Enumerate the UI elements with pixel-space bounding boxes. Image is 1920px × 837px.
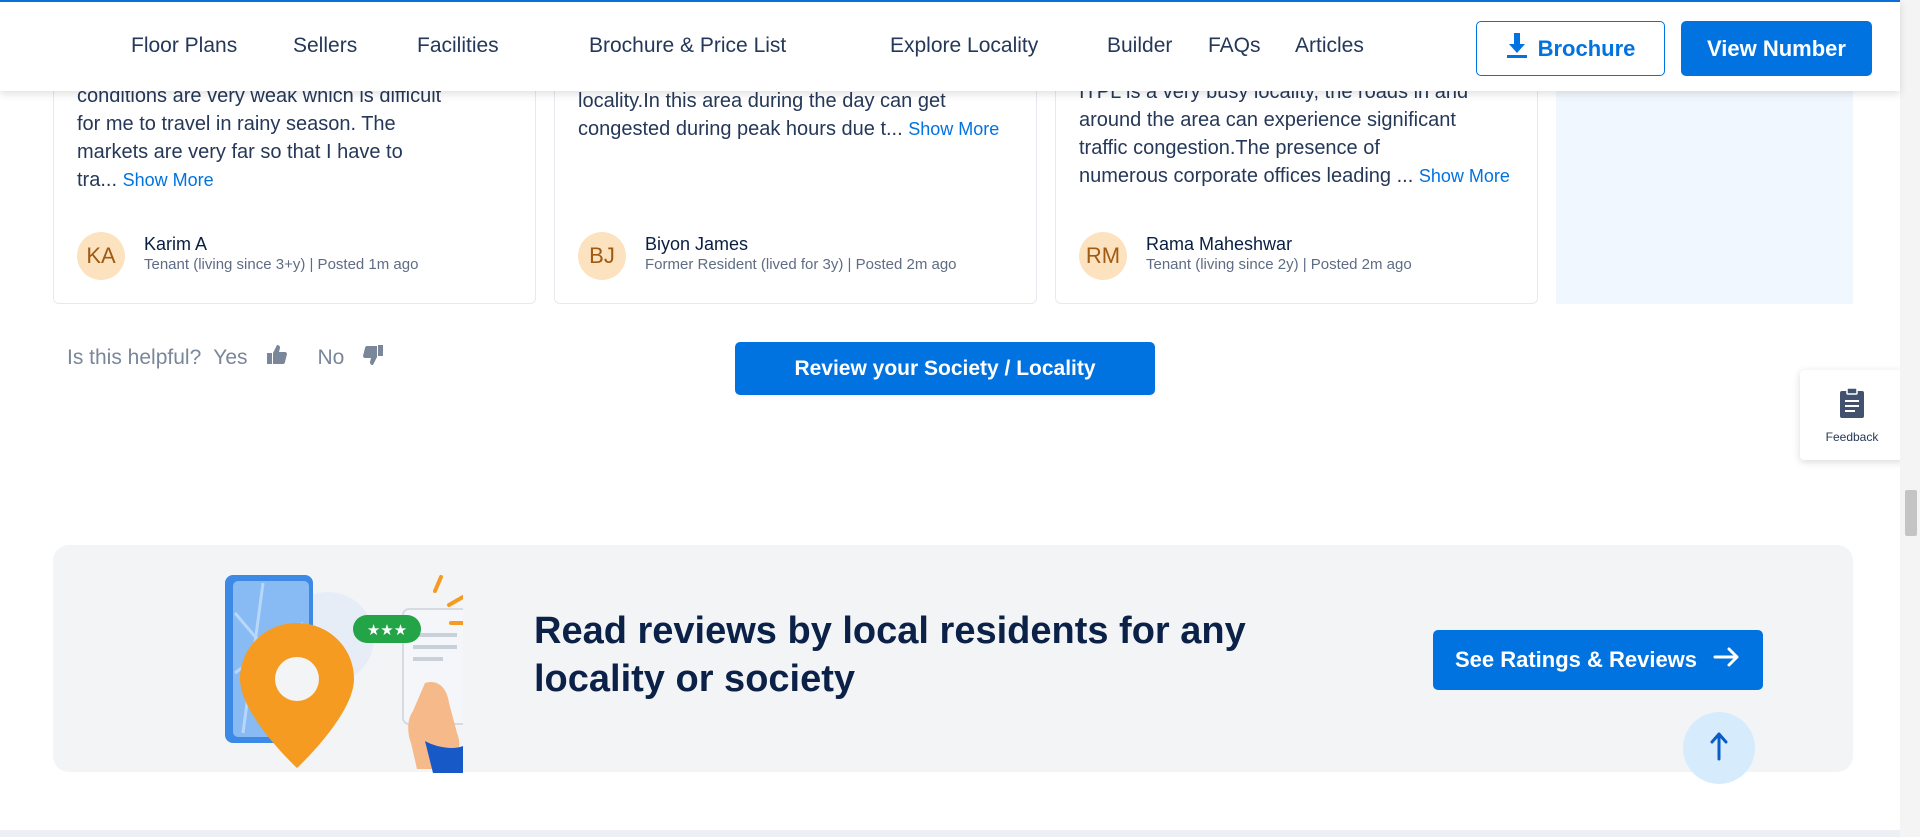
- page-footer-edge: [0, 830, 1900, 837]
- nav-articles[interactable]: Articles: [1295, 34, 1364, 58]
- nav-explore-locality[interactable]: Explore Locality: [890, 34, 1038, 58]
- helpful-yes-button[interactable]: Yes: [213, 344, 299, 372]
- helpful-prompt: Is this helpful? Yes No: [67, 344, 414, 372]
- thumbs-up-icon: [266, 344, 288, 372]
- feedback-tab[interactable]: Feedback: [1800, 370, 1904, 460]
- top-navbar: Floor Plans Sellers Facilities Brochure …: [0, 0, 1900, 91]
- reviewer-meta: Tenant (living since 3+y) | Posted 1m ag…: [144, 256, 419, 273]
- helpful-question: Is this helpful?: [67, 346, 202, 369]
- reviewer-meta: Tenant (living since 2y) | Posted 2m ago: [1146, 256, 1412, 273]
- arrow-up-icon: [1709, 731, 1729, 766]
- avatar: BJ: [578, 232, 626, 280]
- reviews-illustration: ★★★: [163, 573, 503, 773]
- review-line: locality.In this area during the day can…: [578, 90, 946, 112]
- yes-label: Yes: [213, 346, 248, 369]
- review-line: traffic congestion.The presence of: [1079, 137, 1380, 159]
- reviewer-meta: Former Resident (lived for 3y) | Posted …: [645, 256, 957, 273]
- review-text: conditions are very weak which is diffic…: [77, 82, 517, 194]
- avatar: KA: [77, 232, 125, 280]
- avatar: RM: [1079, 232, 1127, 280]
- download-icon: [1506, 32, 1528, 65]
- reviews-banner: ★★★ Read reviews by local residents for …: [53, 545, 1853, 784]
- brochure-label: Brochure: [1537, 35, 1636, 61]
- review-line: around the area can experience significa…: [1079, 109, 1456, 131]
- feedback-label: Feedback: [1825, 429, 1879, 444]
- review-line: for me to travel in rainy season. The: [77, 113, 396, 135]
- reviewer-name: Karim A: [144, 234, 208, 254]
- nav-faqs[interactable]: FAQs: [1208, 34, 1261, 58]
- review-line: tra...: [77, 169, 118, 191]
- page: Floor Plans Sellers Facilities Brochure …: [0, 0, 1920, 837]
- review-card: conditions are very weak which is diffic…: [53, 60, 536, 304]
- nav-brochure-price-list[interactable]: Brochure & Price List: [589, 34, 786, 58]
- scrollbar-thumb[interactable]: [1905, 490, 1917, 536]
- view-number-button[interactable]: View Number: [1681, 21, 1872, 76]
- nav-facilities[interactable]: Facilities: [417, 34, 499, 58]
- no-label: No: [317, 346, 345, 369]
- nav-sellers[interactable]: Sellers: [293, 34, 357, 58]
- review-line: congested during peak hours due t...: [578, 118, 903, 140]
- arrow-right-icon: [1713, 646, 1741, 674]
- review-card: locality.In this area during the day can…: [554, 60, 1037, 304]
- thumbs-down-icon: [362, 344, 384, 372]
- review-card-placeholder: [1556, 60, 1853, 304]
- review-society-button[interactable]: Review your Society / Locality: [735, 342, 1155, 395]
- nav-builder[interactable]: Builder: [1107, 34, 1172, 58]
- clipboard-icon: [1839, 386, 1865, 424]
- brochure-button[interactable]: Brochure: [1476, 21, 1665, 76]
- page-scrollbar[interactable]: [1900, 0, 1920, 837]
- show-more-link[interactable]: Show More: [123, 170, 214, 190]
- show-more-link[interactable]: Show More: [908, 119, 999, 139]
- stars-badge: ★★★: [367, 621, 407, 639]
- banner-title: Read reviews by local residents for any …: [534, 610, 1246, 700]
- show-more-link[interactable]: Show More: [1419, 166, 1510, 186]
- scroll-to-top-button[interactable]: [1683, 712, 1755, 784]
- review-text: locality.In this area during the day can…: [578, 87, 1018, 143]
- reviewer-name: Rama Maheshwar: [1146, 234, 1293, 254]
- reviewer-name: Biyon James: [645, 234, 749, 254]
- review-card: ITPL is a very busy locality, the roads …: [1055, 60, 1538, 304]
- see-ratings-label: See Ratings & Reviews: [1454, 647, 1698, 672]
- review-text: ITPL is a very busy locality, the roads …: [1079, 78, 1519, 190]
- review-line: numerous corporate offices leading ...: [1079, 165, 1414, 187]
- helpful-no-button[interactable]: No: [318, 344, 397, 372]
- see-ratings-reviews-button[interactable]: See Ratings & Reviews: [1433, 630, 1763, 690]
- nav-floor-plans[interactable]: Floor Plans: [131, 34, 237, 58]
- review-line: markets are very far so that I have to: [77, 141, 403, 163]
